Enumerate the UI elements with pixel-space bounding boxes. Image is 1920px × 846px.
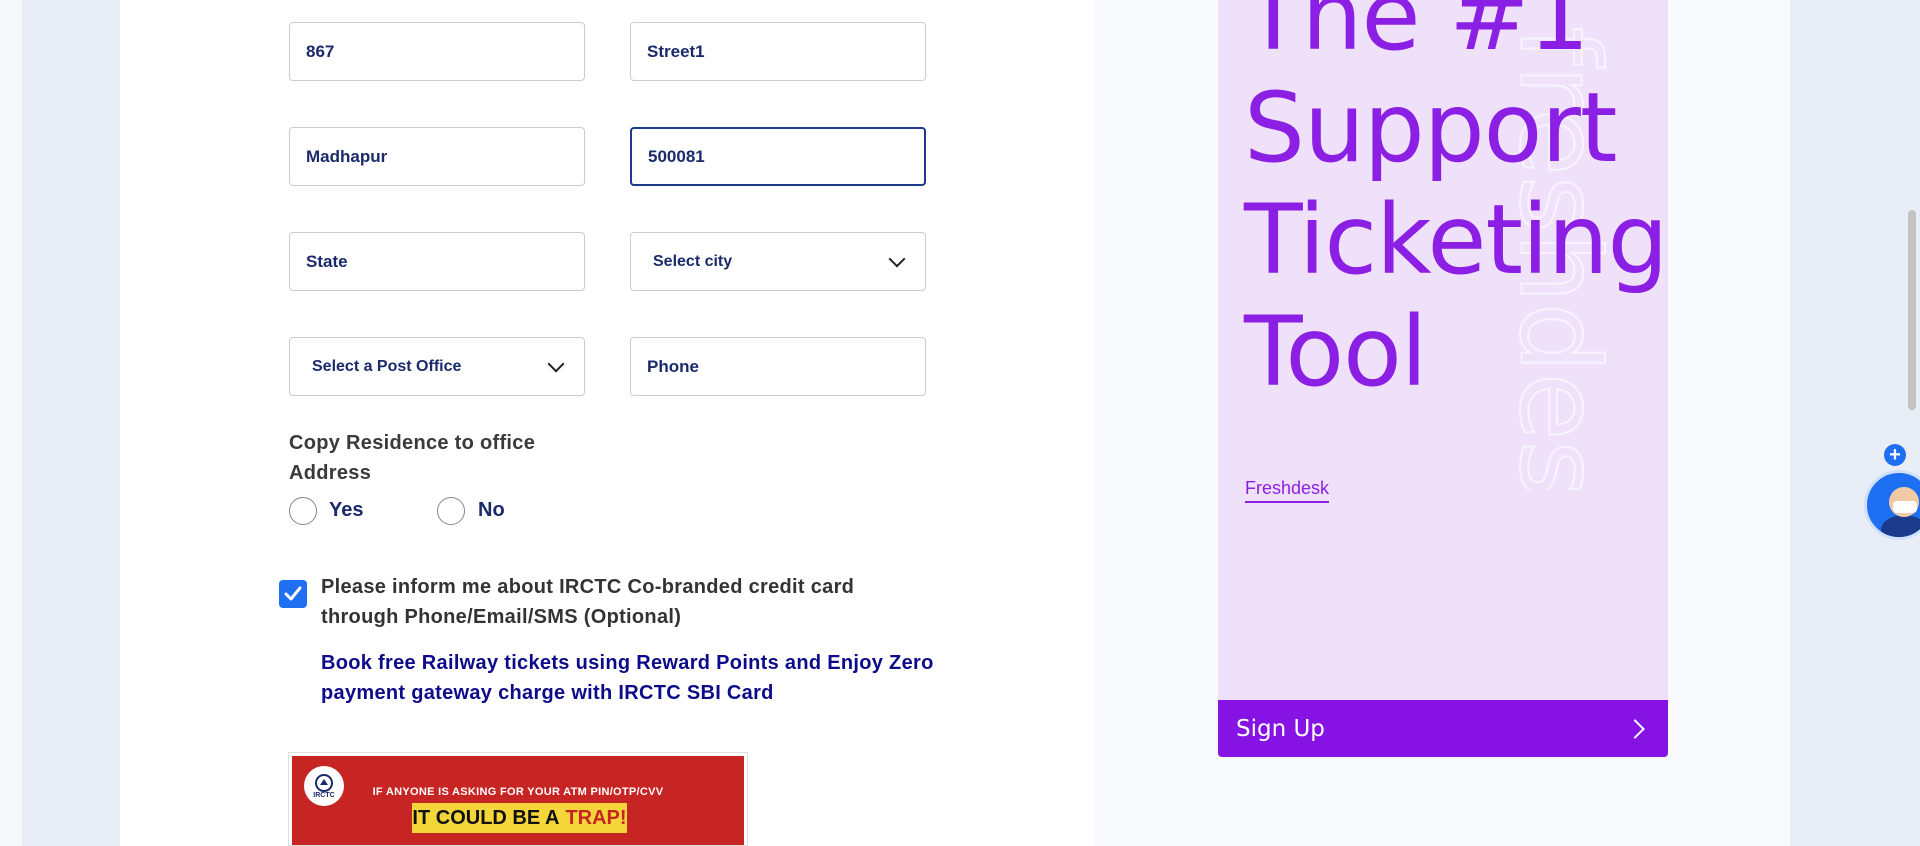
flat-door-input[interactable]: 867 <box>289 22 585 81</box>
ad-headline-line: Tool <box>1244 296 1427 408</box>
post-office-select[interactable]: Select a Post Office <box>289 337 585 396</box>
banner-headline-highlight: TRAP! <box>565 806 627 829</box>
area-input[interactable]: Madhapur <box>289 127 585 186</box>
state-placeholder: State <box>306 251 348 271</box>
ask-disha-chatbot-avatar[interactable] <box>1864 470 1920 540</box>
chevron-down-icon <box>888 250 906 267</box>
post-office-select-value: Select a Post Office <box>312 357 462 375</box>
freshdesk-brand-link[interactable]: Freshdesk <box>1245 478 1330 503</box>
state-input[interactable]: State <box>289 232 585 291</box>
copy-address-label: Copy Residence to office Address <box>289 432 536 484</box>
ad-headline-line: Support <box>1244 72 1618 184</box>
ad-headline-line: Ticketing <box>1244 184 1668 296</box>
avatar-mask <box>1893 501 1917 513</box>
ad-headline-line: The #1 <box>1244 0 1590 72</box>
copy-address-yes-label[interactable]: Yes <box>329 499 363 522</box>
avatar-body <box>1881 515 1920 537</box>
banner-background: IRCTC IF ANYONE IS ASKING FOR YOUR ATM P… <box>292 756 744 845</box>
area-value: Madhapur <box>306 146 388 166</box>
street-value: Street1 <box>647 41 705 61</box>
chevron-right-icon <box>1625 718 1645 739</box>
pincode-value: 500081 <box>648 146 705 166</box>
street-input[interactable]: Street1 <box>630 22 926 81</box>
copy-address-no-radio[interactable] <box>437 497 465 525</box>
sign-up-label: Sign Up <box>1236 715 1325 742</box>
inform-checkbox-label: Please inform me about IRCTC Co-branded … <box>321 576 855 628</box>
page-left-margin <box>0 0 22 846</box>
inform-checkbox[interactable] <box>279 580 307 608</box>
sbi-card-promo-text: Book free Railway tickets using Reward P… <box>321 652 934 704</box>
ad-headline: The #1 Support Ticketing Tool <box>1244 0 1668 408</box>
banner-headline-text: IT COULD BE A <box>412 806 560 829</box>
phone-input[interactable]: Phone <box>630 337 926 396</box>
copy-address-yes-radio[interactable] <box>289 497 317 525</box>
sign-up-button[interactable]: Sign Up <box>1218 700 1668 757</box>
city-select[interactable]: Select city <box>630 232 926 291</box>
pincode-input[interactable]: 500081 <box>630 127 926 186</box>
phone-placeholder: Phone <box>647 356 699 376</box>
chevron-down-icon <box>547 355 565 372</box>
security-warning-banner[interactable]: IRCTC IF ANYONE IS ASKING FOR YOUR ATM P… <box>288 752 748 846</box>
chat-expand-plus-icon[interactable]: + <box>1884 444 1906 466</box>
page-scrollbar-thumb[interactable] <box>1908 210 1916 410</box>
checkmark-icon <box>284 586 302 601</box>
banner-warning-subtext: IF ANYONE IS ASKING FOR YOUR ATM PIN/OTP… <box>372 786 664 798</box>
city-select-value: Select city <box>653 252 733 270</box>
copy-address-no-label[interactable]: No <box>478 499 505 522</box>
flat-door-value: 867 <box>306 41 335 61</box>
banner-warning-headline: IT COULD BE A TRAP! <box>412 803 627 833</box>
